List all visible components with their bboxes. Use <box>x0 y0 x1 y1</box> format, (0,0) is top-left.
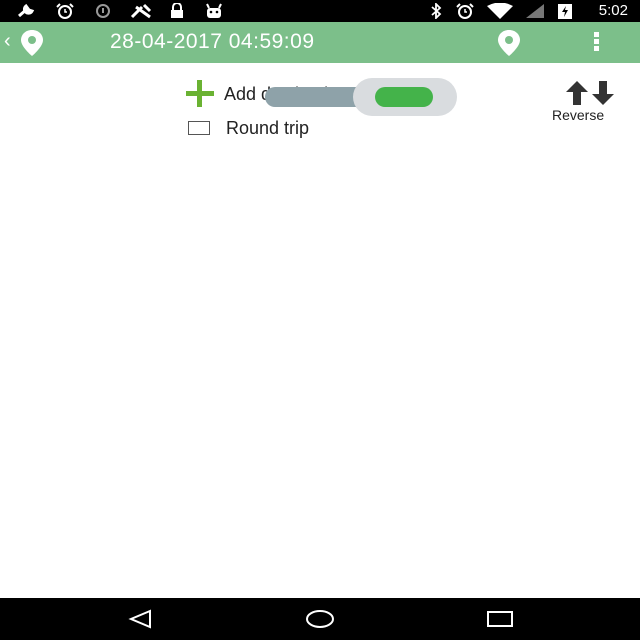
app-bar: ‹ 28-04-2017 04:59:09 <box>0 22 640 63</box>
lock-icon <box>168 3 186 19</box>
overflow-menu-icon[interactable] <box>590 32 602 54</box>
home-icon[interactable] <box>305 608 335 630</box>
toggle-thumb[interactable] <box>375 87 433 107</box>
reverse-label: Reverse <box>552 107 605 123</box>
wrench-icon <box>16 3 40 19</box>
plus-icon <box>186 80 214 107</box>
swap-arrows-icon <box>566 81 614 105</box>
round-trip-checkbox[interactable] <box>188 121 210 135</box>
navigation-bar <box>0 598 640 640</box>
battery-charging-icon <box>556 3 574 19</box>
chevron-left-icon[interactable]: ‹ <box>4 31 11 51</box>
status-time: 5:02 <box>598 2 628 19</box>
bluetooth-icon <box>428 3 444 19</box>
page-title: 28-04-2017 04:59:09 <box>110 30 315 53</box>
gps-icon <box>128 3 154 19</box>
info-icon <box>92 3 114 19</box>
recents-icon[interactable] <box>485 608 515 630</box>
alarm-icon <box>54 3 76 19</box>
wifi-icon <box>486 3 514 19</box>
toggle-switch[interactable] <box>265 78 457 116</box>
status-bar: 5:02 <box>0 0 640 22</box>
end-location-pin-icon[interactable] <box>495 28 523 58</box>
back-icon[interactable] <box>126 608 156 630</box>
start-location-pin-icon[interactable] <box>18 28 46 58</box>
android-icon <box>204 3 224 19</box>
alarm-icon-right <box>454 3 476 19</box>
signal-icon <box>524 3 546 19</box>
round-trip-option[interactable]: Round trip <box>188 118 309 138</box>
round-trip-label: Round trip <box>226 117 310 138</box>
reverse-button[interactable]: Reverse <box>552 80 632 124</box>
